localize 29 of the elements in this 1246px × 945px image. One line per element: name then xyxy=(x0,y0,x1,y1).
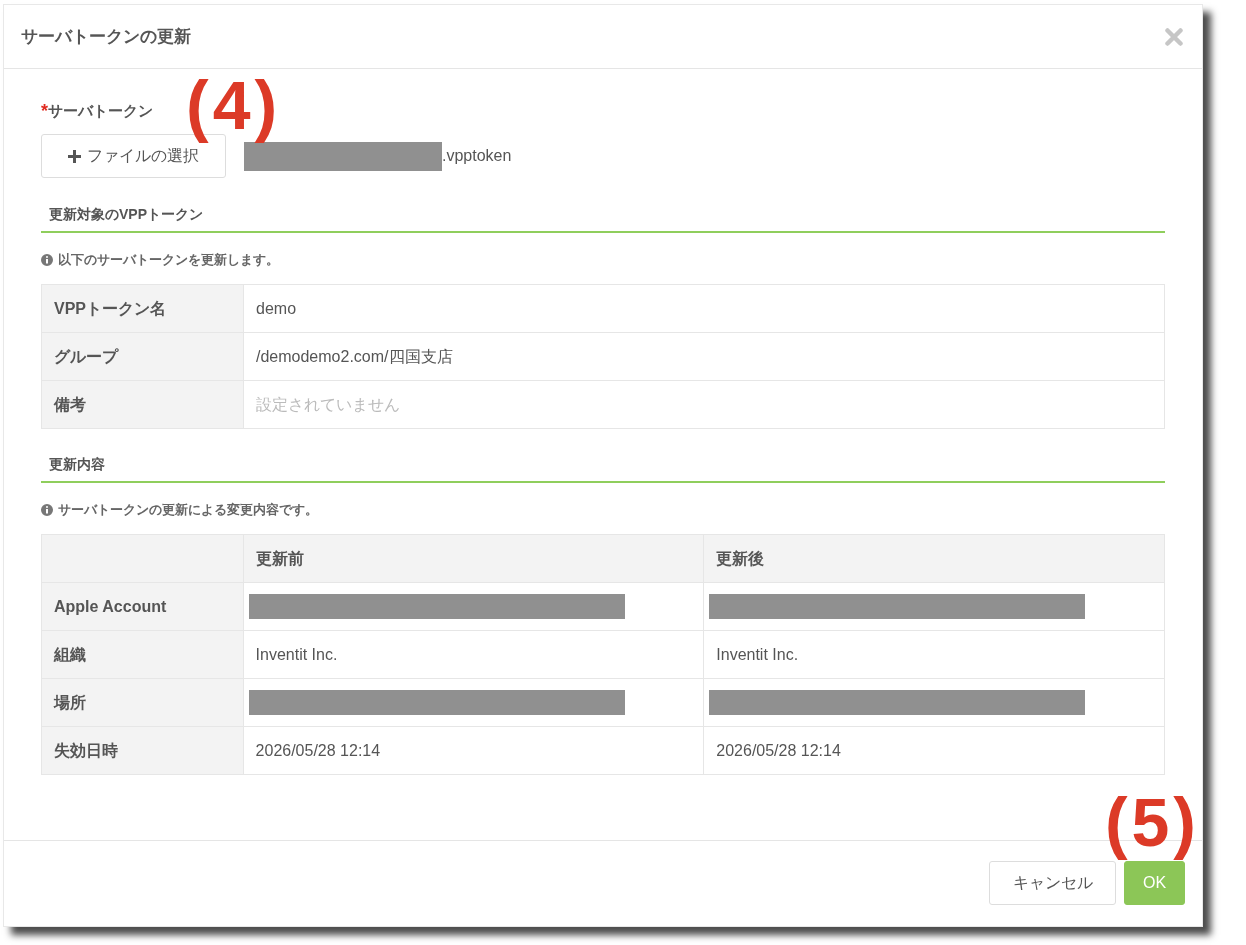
info-icon xyxy=(41,504,53,516)
row-header: 失効日時 xyxy=(41,726,244,775)
dialog-title: サーバトークンの更新 xyxy=(21,25,191,48)
info-icon xyxy=(41,254,53,266)
row-header: 組織 xyxy=(41,630,244,679)
required-mark: * xyxy=(41,102,48,120)
table-cell: 2026/05/28 12:14 xyxy=(243,726,704,775)
table-cell: 2026/05/28 12:14 xyxy=(703,726,1165,775)
section-heading: 更新内容 xyxy=(49,456,105,472)
file-name-text: .vpptoken xyxy=(442,146,512,166)
table-cell: demo xyxy=(243,284,1165,333)
cancel-button[interactable]: キャンセル xyxy=(989,861,1116,905)
column-header: 更新前 xyxy=(243,534,704,583)
table-cell: 設定されていません xyxy=(243,380,1165,429)
info-text: サーバトークンの更新による変更内容です。 xyxy=(58,501,318,520)
plus-icon xyxy=(68,149,81,163)
row-header: VPPトークン名 xyxy=(41,284,244,333)
row-header: グループ xyxy=(41,332,244,381)
table-cell: Inventit Inc. xyxy=(243,630,704,679)
info-text: 以下のサーバトークンを更新します。 xyxy=(58,251,279,270)
close-icon[interactable] xyxy=(1165,27,1183,46)
column-header: 更新後 xyxy=(703,534,1165,583)
row-header: Apple Account xyxy=(41,582,244,631)
table-cell: /demodemo2.com/四国支店 xyxy=(243,332,1165,381)
table-cell: Inventit Inc. xyxy=(703,630,1165,679)
section-heading: 更新対象のVPPトークン xyxy=(49,206,203,222)
row-header: 場所 xyxy=(41,678,244,727)
row-header: 備考 xyxy=(41,380,244,429)
field-label: サーバトークン xyxy=(48,100,153,121)
